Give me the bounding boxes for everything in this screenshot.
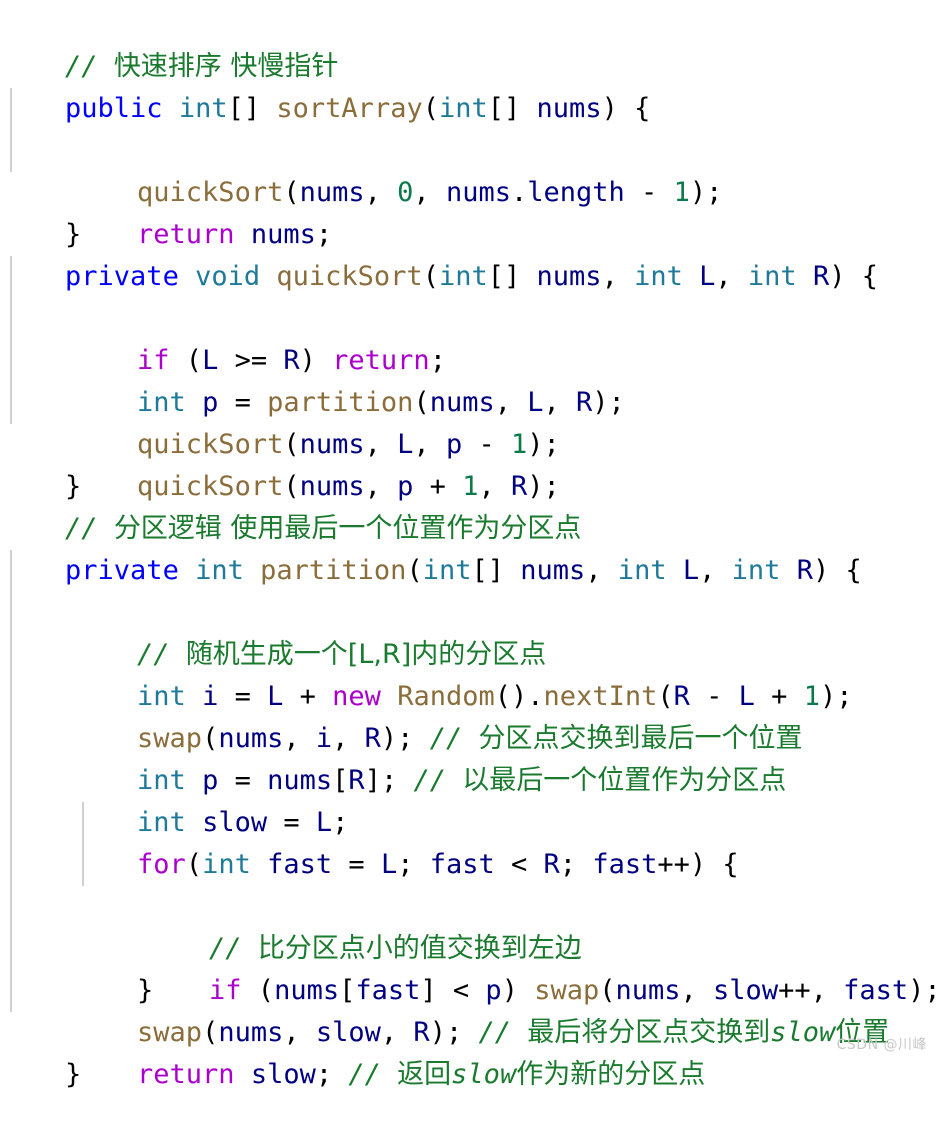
csdn-watermark: CSDN @川峰 <box>836 1037 927 1053</box>
indent-guide <box>10 718 12 760</box>
code-line: return nums; <box>0 130 941 250</box>
indent-guide <box>10 382 12 424</box>
code-editor[interactable]: // 快速排序 快慢指针 public int[] sortArray(int[… <box>0 0 941 1090</box>
indent-guide <box>10 298 12 340</box>
code-line: int i = L + new Random().nextInt(R - L +… <box>0 592 941 712</box>
code-line: int p = partition(nums, L, R); <box>0 298 941 418</box>
comment-token-cjk: 比分区点小的值交换到左边 <box>257 933 582 964</box>
indent-guide <box>10 886 12 928</box>
indent-guide <box>10 88 12 130</box>
comment-token: // <box>137 639 186 670</box>
code-line: // 快速排序 快慢指针 <box>0 4 941 82</box>
comment-token: // <box>65 513 114 544</box>
indent-guide <box>10 256 12 298</box>
indent-guide <box>82 844 84 886</box>
comment-token-cjk: 随机生成一个[L,R]内的分区点 <box>185 639 547 670</box>
indent-guide <box>10 130 12 172</box>
indent-guide <box>10 760 12 802</box>
indent-guide <box>10 592 12 634</box>
indent-guide <box>82 802 84 844</box>
indent-guide <box>10 970 12 1012</box>
indent-guide <box>10 340 12 382</box>
indent-guide <box>10 928 12 970</box>
comment-token-cjk: 分区逻辑 使用最后一个位置作为分区点 <box>113 513 582 544</box>
indent-guide <box>10 802 12 844</box>
indent-guide <box>10 844 12 886</box>
indent-guide <box>10 634 12 676</box>
code-line: } <box>0 886 941 1006</box>
comment-token-cjk: 快速排序 快慢指针 <box>113 51 339 82</box>
comment-token: // <box>209 933 258 964</box>
indent-guide <box>10 676 12 718</box>
indent-guide <box>10 550 12 592</box>
comment-token: // <box>65 51 114 82</box>
